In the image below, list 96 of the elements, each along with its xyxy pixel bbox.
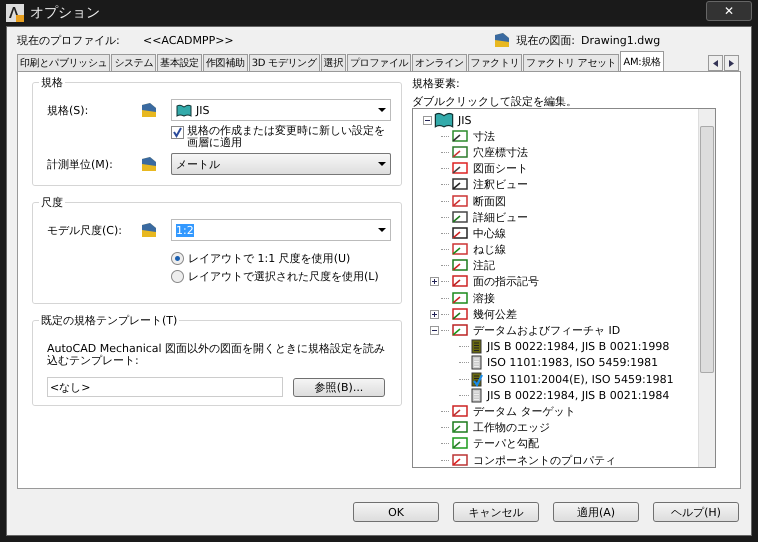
element-icon — [451, 420, 469, 436]
element-icon — [451, 177, 469, 192]
tree-item[interactable]: ISO 1101:2004(E), ISO 5459:1981 — [485, 372, 674, 386]
element-icon — [451, 161, 469, 176]
profile-label: 現在のプロファイル: — [17, 32, 121, 48]
radio-button[interactable] — [171, 270, 184, 282]
element-icon — [451, 128, 469, 144]
element-icon — [451, 290, 469, 306]
expander-icon[interactable] — [423, 116, 432, 125]
tab[interactable]: AM:規格 — [620, 51, 664, 71]
drawing-value: Drawing1.dwg — [581, 34, 662, 46]
expander-icon[interactable] — [430, 277, 439, 286]
tree-item[interactable]: コンポーネントのプロパティ — [471, 452, 616, 467]
tab[interactable]: システム — [111, 54, 156, 71]
caret-icon — [378, 108, 386, 112]
tree-item[interactable]: JIS B 0022:1984, JIS B 0021:1984 — [485, 388, 670, 402]
scroll-left-icon[interactable] — [708, 55, 723, 71]
close-button[interactable]: ✕ — [706, 1, 752, 21]
template-field[interactable]: <なし> — [47, 377, 283, 397]
tree-item[interactable]: 溶接 — [471, 290, 495, 306]
standard-icon — [141, 156, 157, 172]
drawing-icon — [494, 32, 510, 48]
element-icon — [451, 258, 469, 274]
scroll-right-icon[interactable] — [724, 55, 739, 71]
browse-button[interactable]: 参照(B)... — [293, 378, 385, 396]
tree-item[interactable]: データム ターゲット — [471, 404, 576, 419]
tab[interactable]: プロファイル — [347, 54, 412, 71]
element-icon — [451, 210, 469, 225]
tree-item[interactable]: 注釈ビュー — [471, 177, 528, 192]
tree-item[interactable]: ISO 1101:1983, ISO 5459:1981 — [485, 356, 658, 370]
checkbox[interactable] — [171, 126, 184, 139]
tree-item[interactable]: JIS B 0022:1984, JIS B 0021:1998 — [485, 340, 670, 354]
book-icon — [176, 104, 192, 116]
tree-item[interactable]: 図面シート — [471, 161, 528, 176]
unit-dropdown[interactable]: メートル — [171, 153, 391, 175]
template-description: AutoCAD Mechanical 図面以外の図面を開くときに規格設定を読み込むテンプレート: — [46, 341, 386, 367]
tree-item[interactable]: 幾何公差 — [471, 306, 517, 322]
checkbox-label: 規格の作成または変更時に新しい設定を画層に適用 — [187, 125, 386, 149]
tree-item[interactable]: 注記 — [471, 258, 495, 274]
caret-icon — [378, 162, 386, 166]
radio-button[interactable] — [171, 252, 184, 264]
tab[interactable]: 作図補助 — [202, 54, 248, 71]
standard-label: 規格(S): — [46, 102, 90, 118]
element-icon — [451, 404, 469, 419]
radio-label: レイアウトで選択された尺度を使用(L) — [188, 268, 379, 284]
tree-item[interactable]: 中心線 — [471, 226, 506, 241]
tab[interactable]: ファクトリ — [468, 54, 522, 71]
element-icon — [451, 452, 469, 467]
dialog-button[interactable]: OK — [353, 502, 439, 522]
app-icon — [6, 4, 24, 22]
element-icon — [451, 274, 469, 290]
dialog-button[interactable]: ヘルプ(H) — [653, 502, 739, 522]
tree-item[interactable]: ねじ線 — [471, 242, 506, 258]
tree-item[interactable]: 穴座標寸法 — [471, 144, 528, 160]
tree-item[interactable]: 断面図 — [471, 194, 506, 209]
element-icon — [451, 144, 469, 160]
group-title: 規格 — [39, 75, 65, 90]
element-icon — [451, 323, 469, 338]
element-icon — [451, 194, 469, 209]
standard-icon — [141, 222, 157, 238]
tree-item[interactable]: 工作物のエッジ — [471, 420, 550, 436]
element-icon — [451, 226, 469, 241]
element-icon — [451, 306, 469, 322]
dialog-button[interactable]: キャンセル — [453, 502, 539, 522]
group-title: 尺度 — [39, 195, 65, 210]
dialog-button[interactable]: 適用(A) — [553, 502, 639, 522]
element-icon — [451, 242, 469, 258]
profile-value: <<ACADMPP>> — [143, 34, 235, 46]
elements-hint: ダブルクリックして設定を編集。 — [412, 94, 578, 108]
standard-dropdown[interactable]: JIS — [171, 99, 391, 121]
expander-icon[interactable] — [430, 326, 439, 336]
tree-item[interactable]: 詳細ビュー — [471, 210, 528, 225]
drawing-label: 現在の図面: — [516, 32, 575, 48]
radio-label: レイアウトで 1:1 尺度を使用(U) — [188, 250, 350, 266]
tab[interactable]: 印刷とパブリッシュ — [17, 54, 110, 71]
tree-item[interactable]: データムおよびフィーチャ ID — [471, 323, 620, 338]
expander-icon[interactable] — [430, 310, 439, 319]
tab[interactable]: 基本設定 — [157, 54, 202, 71]
model-scale-label: モデル尺度(C): — [46, 222, 123, 238]
element-icon — [451, 436, 469, 452]
standard-icon — [141, 102, 157, 118]
tree-item[interactable]: JIS — [456, 114, 472, 127]
window-title: オプション — [30, 4, 101, 22]
tree-item[interactable]: テーパと勾配 — [471, 436, 539, 452]
tab[interactable]: 選択 — [320, 54, 346, 71]
scrollbar[interactable] — [698, 109, 715, 467]
tab[interactable]: 3D モデリング — [248, 54, 320, 71]
tree-item[interactable]: 面の指示記号 — [471, 274, 539, 290]
group-title: 既定の規格テンプレート(T) — [39, 313, 180, 328]
caret-icon — [378, 228, 386, 232]
tab[interactable]: オンライン — [412, 54, 467, 71]
unit-label: 計測単位(M): — [46, 156, 114, 172]
elements-title: 規格要素: — [412, 76, 461, 92]
tab[interactable]: ファクトリ アセット — [523, 54, 620, 71]
book-icon — [434, 112, 454, 128]
tree-item[interactable]: 寸法 — [471, 128, 495, 144]
